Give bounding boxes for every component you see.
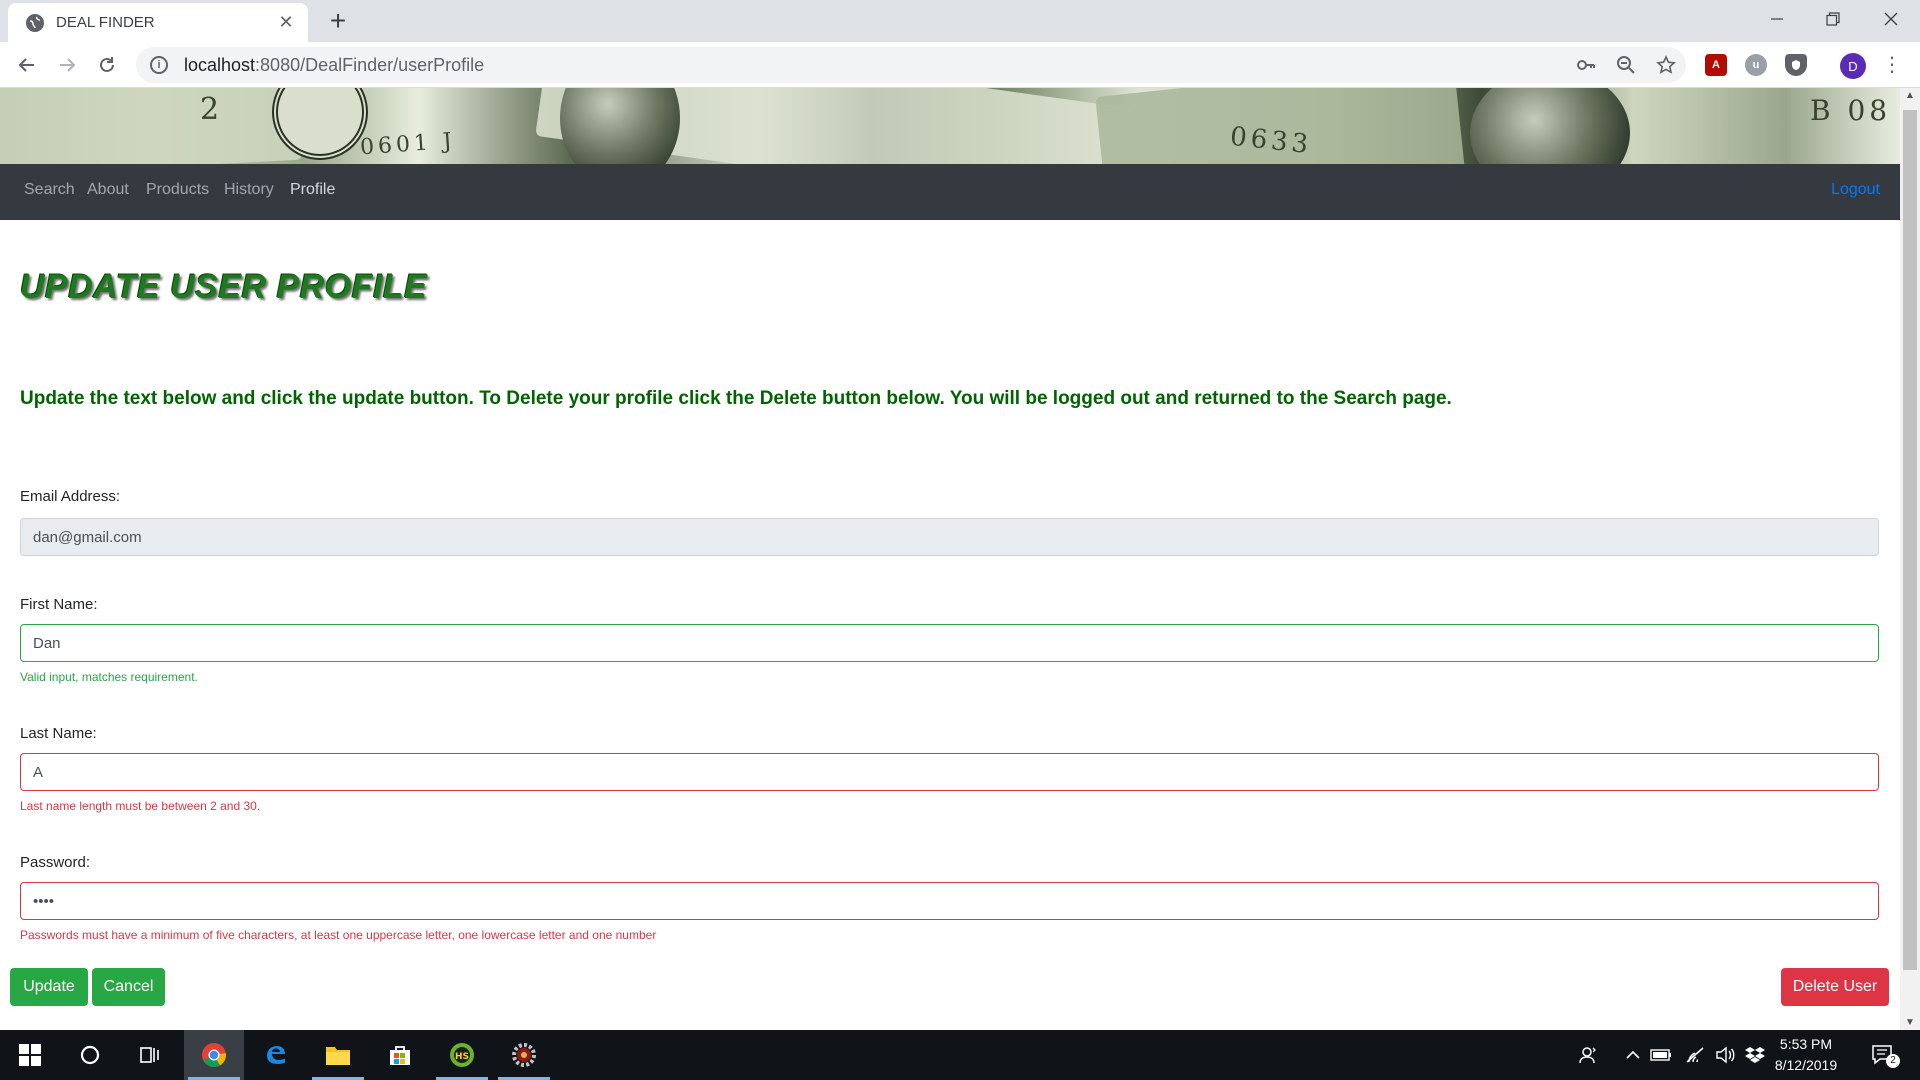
clock-time: 5:53 PM <box>1779 1036 1833 1052</box>
update-button[interactable]: Update <box>10 968 88 1006</box>
url-host: localhost <box>184 54 256 75</box>
instructions-text: Update the text below and click the upda… <box>20 388 1452 409</box>
last-name-field[interactable]: A <box>20 753 1879 791</box>
taskbar-clock[interactable]: 5:53 PM 8/12/2019 <box>1758 1034 1854 1076</box>
last-name-label: Last Name: <box>20 725 97 742</box>
first-name-label: First Name: <box>20 596 98 613</box>
info-icon[interactable]: i <box>150 56 168 74</box>
cortana-search-icon[interactable] <box>60 1030 120 1080</box>
battery-icon[interactable] <box>1648 1044 1674 1066</box>
acrobat-extension-icon[interactable]: A <box>1705 54 1727 76</box>
email-label: Email Address: <box>20 488 121 505</box>
cancel-button[interactable]: Cancel <box>92 968 165 1006</box>
password-label: Password: <box>20 854 91 871</box>
delete-user-button[interactable]: Delete User <box>1781 968 1889 1006</box>
page-title: UPDATE USER PROFILE <box>20 268 428 306</box>
volume-icon[interactable] <box>1712 1044 1738 1066</box>
minimize-window-icon[interactable] <box>1752 0 1802 38</box>
notification-count-badge: 2 <box>1886 1054 1900 1068</box>
new-tab-button[interactable]: + <box>322 6 354 38</box>
file-explorer-taskbar-icon[interactable] <box>308 1030 368 1080</box>
clock-date: 8/12/2019 <box>1774 1057 1838 1073</box>
password-field[interactable]: •••• <box>20 882 1879 920</box>
page-viewport: 2 0633 0601 J B 08 Search About Products… <box>0 88 1900 1030</box>
scroll-up-arrow-icon[interactable]: ▲ <box>1900 90 1920 101</box>
chrome-taskbar-icon[interactable] <box>184 1030 244 1080</box>
browser-toolbar: i localhost:8080/DealFinder/userProfile … <box>0 42 1920 88</box>
action-center-icon[interactable]: 2 <box>1866 1044 1900 1068</box>
tab-title: DEAL FINDER <box>56 14 155 31</box>
password-feedback: Passwords must have a minimum of five ch… <box>20 928 657 942</box>
bookmark-star-icon[interactable] <box>1654 53 1678 77</box>
task-view-icon[interactable] <box>120 1030 180 1080</box>
forward-arrow-icon[interactable] <box>52 50 82 80</box>
svg-text:HS: HS <box>455 1052 469 1062</box>
email-field[interactable]: dan@gmail.com <box>20 518 1879 556</box>
people-icon[interactable] <box>1576 1044 1602 1066</box>
back-arrow-icon[interactable] <box>12 50 42 80</box>
money-banner-image: 2 0633 0601 J B 08 <box>0 88 1900 164</box>
reload-icon[interactable] <box>92 50 122 80</box>
more-menu-icon[interactable]: ⋮ <box>1882 52 1902 80</box>
page-scrollbar[interactable]: ▲ ▼ <box>1900 88 1920 1030</box>
nav-products[interactable]: Products <box>146 181 209 199</box>
edge-taskbar-icon[interactable] <box>246 1030 306 1080</box>
store-taskbar-icon[interactable] <box>370 1030 430 1080</box>
first-name-field[interactable]: Dan <box>20 624 1879 662</box>
browser-tab[interactable]: DEAL FINDER ✕ <box>8 3 308 42</box>
scrollbar-thumb[interactable] <box>1903 110 1917 970</box>
address-bar[interactable]: i localhost:8080/DealFinder/userProfile <box>136 47 1686 83</box>
chevron-up-icon[interactable] <box>1620 1044 1646 1066</box>
windows-taskbar: HS 5:53 PM 8/12/2019 2 <box>0 1030 1920 1080</box>
close-tab-icon[interactable]: ✕ <box>276 12 296 33</box>
close-window-icon[interactable] <box>1866 0 1916 38</box>
nav-history[interactable]: History <box>224 181 274 199</box>
wifi-icon[interactable] <box>1682 1044 1708 1066</box>
globe-icon <box>26 13 44 32</box>
site-navbar: Search About Products History Profile Lo… <box>0 164 1900 220</box>
windows-start-icon[interactable] <box>0 1030 60 1080</box>
restore-window-icon[interactable] <box>1808 0 1858 38</box>
url-path: :8080/DealFinder/userProfile <box>255 54 485 75</box>
logout-link[interactable]: Logout <box>1831 181 1880 199</box>
nav-about[interactable]: About <box>87 181 129 199</box>
profile-avatar[interactable]: D <box>1840 53 1866 79</box>
key-icon[interactable] <box>1574 53 1598 77</box>
first-name-feedback: Valid input, matches requirement. <box>20 670 198 684</box>
shield-extension-icon[interactable] <box>1785 54 1807 76</box>
extension-icon[interactable]: u <box>1745 54 1767 76</box>
hs-app-taskbar-icon[interactable]: HS <box>432 1030 492 1080</box>
scroll-down-arrow-icon[interactable]: ▼ <box>1900 1017 1920 1028</box>
last-name-feedback: Last name length must be between 2 and 3… <box>20 799 261 813</box>
nav-search[interactable]: Search <box>24 181 75 199</box>
nav-profile[interactable]: Profile <box>290 181 335 199</box>
browser-tab-strip: DEAL FINDER ✕ + <box>0 0 1920 42</box>
gear-app-taskbar-icon[interactable] <box>494 1030 554 1080</box>
zoom-icon[interactable] <box>1614 53 1638 77</box>
